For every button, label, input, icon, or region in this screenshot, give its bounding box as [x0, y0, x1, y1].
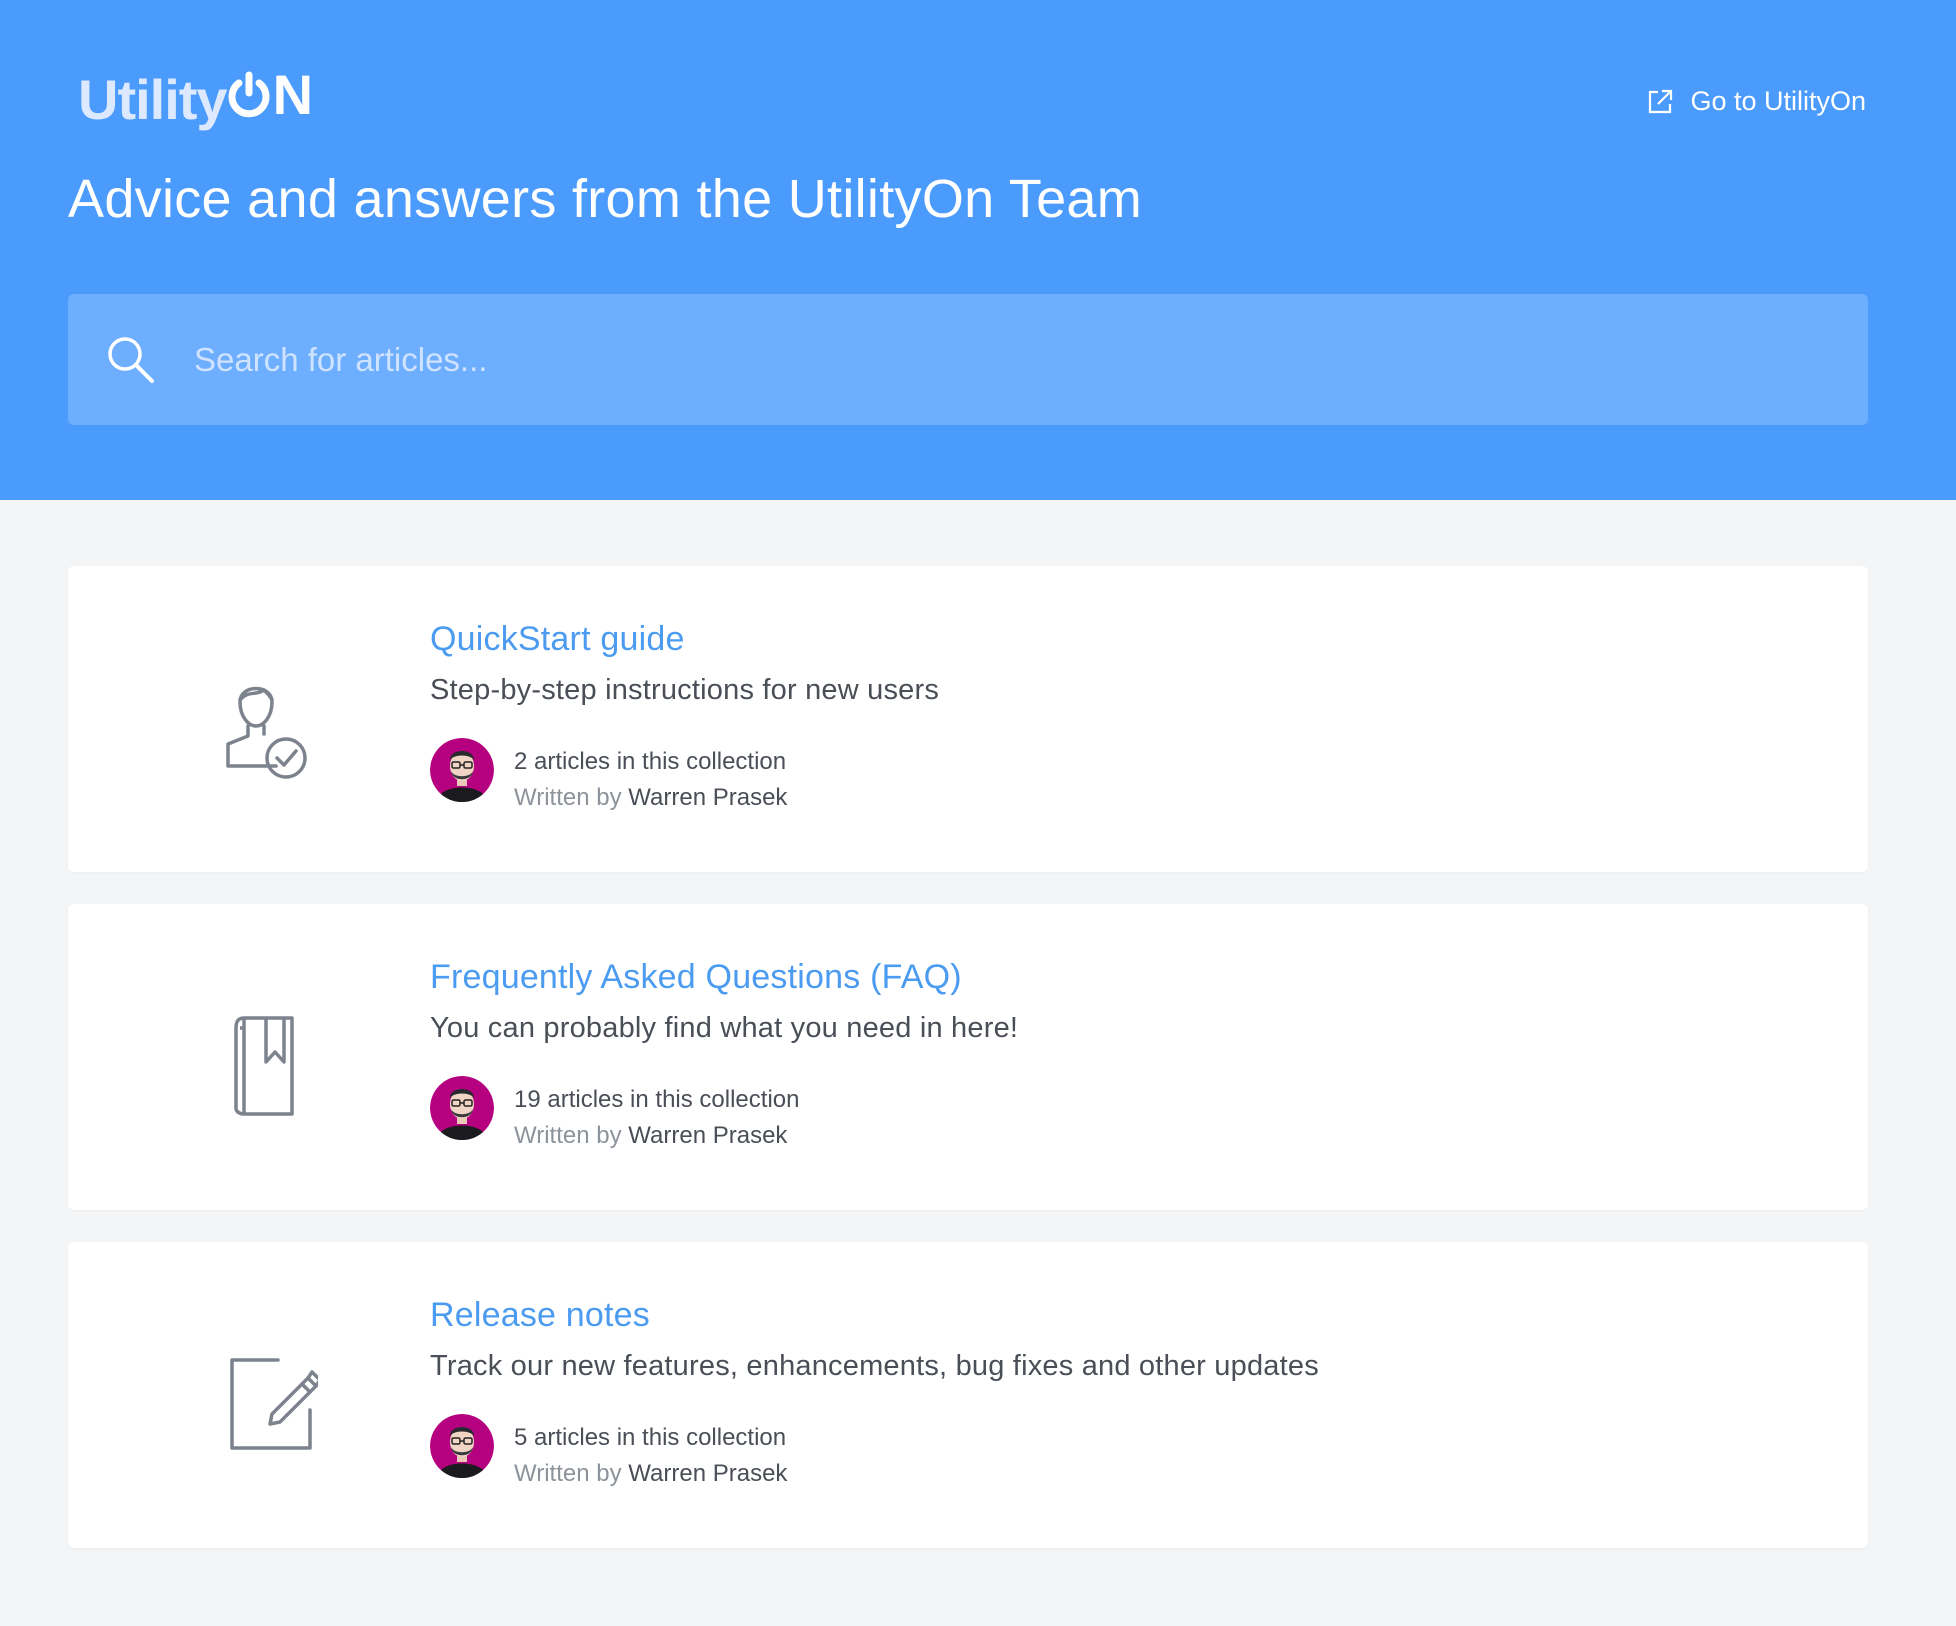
- author-name: Warren Prasek: [628, 1122, 788, 1149]
- power-icon: [228, 71, 270, 117]
- collection-title[interactable]: QuickStart guide: [430, 620, 685, 659]
- author-avatar: [430, 738, 494, 802]
- collection-description: Step-by-step instructions for new users: [430, 674, 940, 706]
- external-link-icon: [1649, 89, 1673, 113]
- search-icon: [108, 336, 154, 383]
- page-headline: Advice and answers from the UtilityOn Te…: [68, 169, 1143, 229]
- user-check-icon: [226, 686, 307, 779]
- written-by-label: Written by: [514, 1122, 622, 1149]
- logo-text-n: N: [272, 63, 313, 126]
- collection-title[interactable]: Frequently Asked Questions (FAQ): [430, 958, 962, 997]
- collection-meta: 19 articles in this collection Written b…: [514, 1082, 799, 1154]
- written-by-label: Written by: [514, 784, 622, 811]
- collection-title[interactable]: Release notes: [430, 1296, 650, 1335]
- header: Utility N Go to UtilityOn Advice and ans…: [0, 0, 1956, 500]
- logo-text-utility: Utility: [78, 67, 228, 131]
- collection-card-faq[interactable]: Frequently Asked Questions (FAQ) You can…: [68, 904, 1868, 1210]
- article-count: 19 articles in this collection: [514, 1086, 800, 1113]
- go-to-utilityon-label: Go to UtilityOn: [1690, 86, 1866, 116]
- collection-meta: 5 articles in this collection Written by…: [514, 1420, 787, 1492]
- author-name: Warren Prasek: [628, 784, 788, 811]
- author-avatar: [430, 1414, 494, 1478]
- edit-note-icon: [230, 1358, 318, 1450]
- go-to-utilityon-link[interactable]: Go to UtilityOn: [1646, 86, 1866, 117]
- logo-on: N: [227, 62, 313, 127]
- utilityon-logo[interactable]: Utility N: [78, 62, 313, 132]
- collection-description: Track our new features, enhancements, bu…: [430, 1350, 1319, 1382]
- collection-card-quickstart[interactable]: QuickStart guide Step-by-step instructio…: [68, 566, 1868, 872]
- author-avatar: [430, 1076, 494, 1140]
- article-count: 2 articles in this collection: [514, 748, 787, 775]
- collection-description: You can probably find what you need in h…: [430, 1012, 1019, 1044]
- author-name: Warren Prasek: [628, 1460, 788, 1487]
- search-bar[interactable]: [68, 294, 1868, 425]
- collection-meta: 2 articles in this collection Written by…: [514, 744, 787, 816]
- search-input[interactable]: [194, 319, 1868, 400]
- bookmark-book-icon: [234, 1016, 294, 1116]
- written-by-label: Written by: [514, 1460, 622, 1487]
- article-count: 5 articles in this collection: [514, 1424, 787, 1451]
- collection-card-release-notes[interactable]: Release notes Track our new features, en…: [68, 1242, 1868, 1548]
